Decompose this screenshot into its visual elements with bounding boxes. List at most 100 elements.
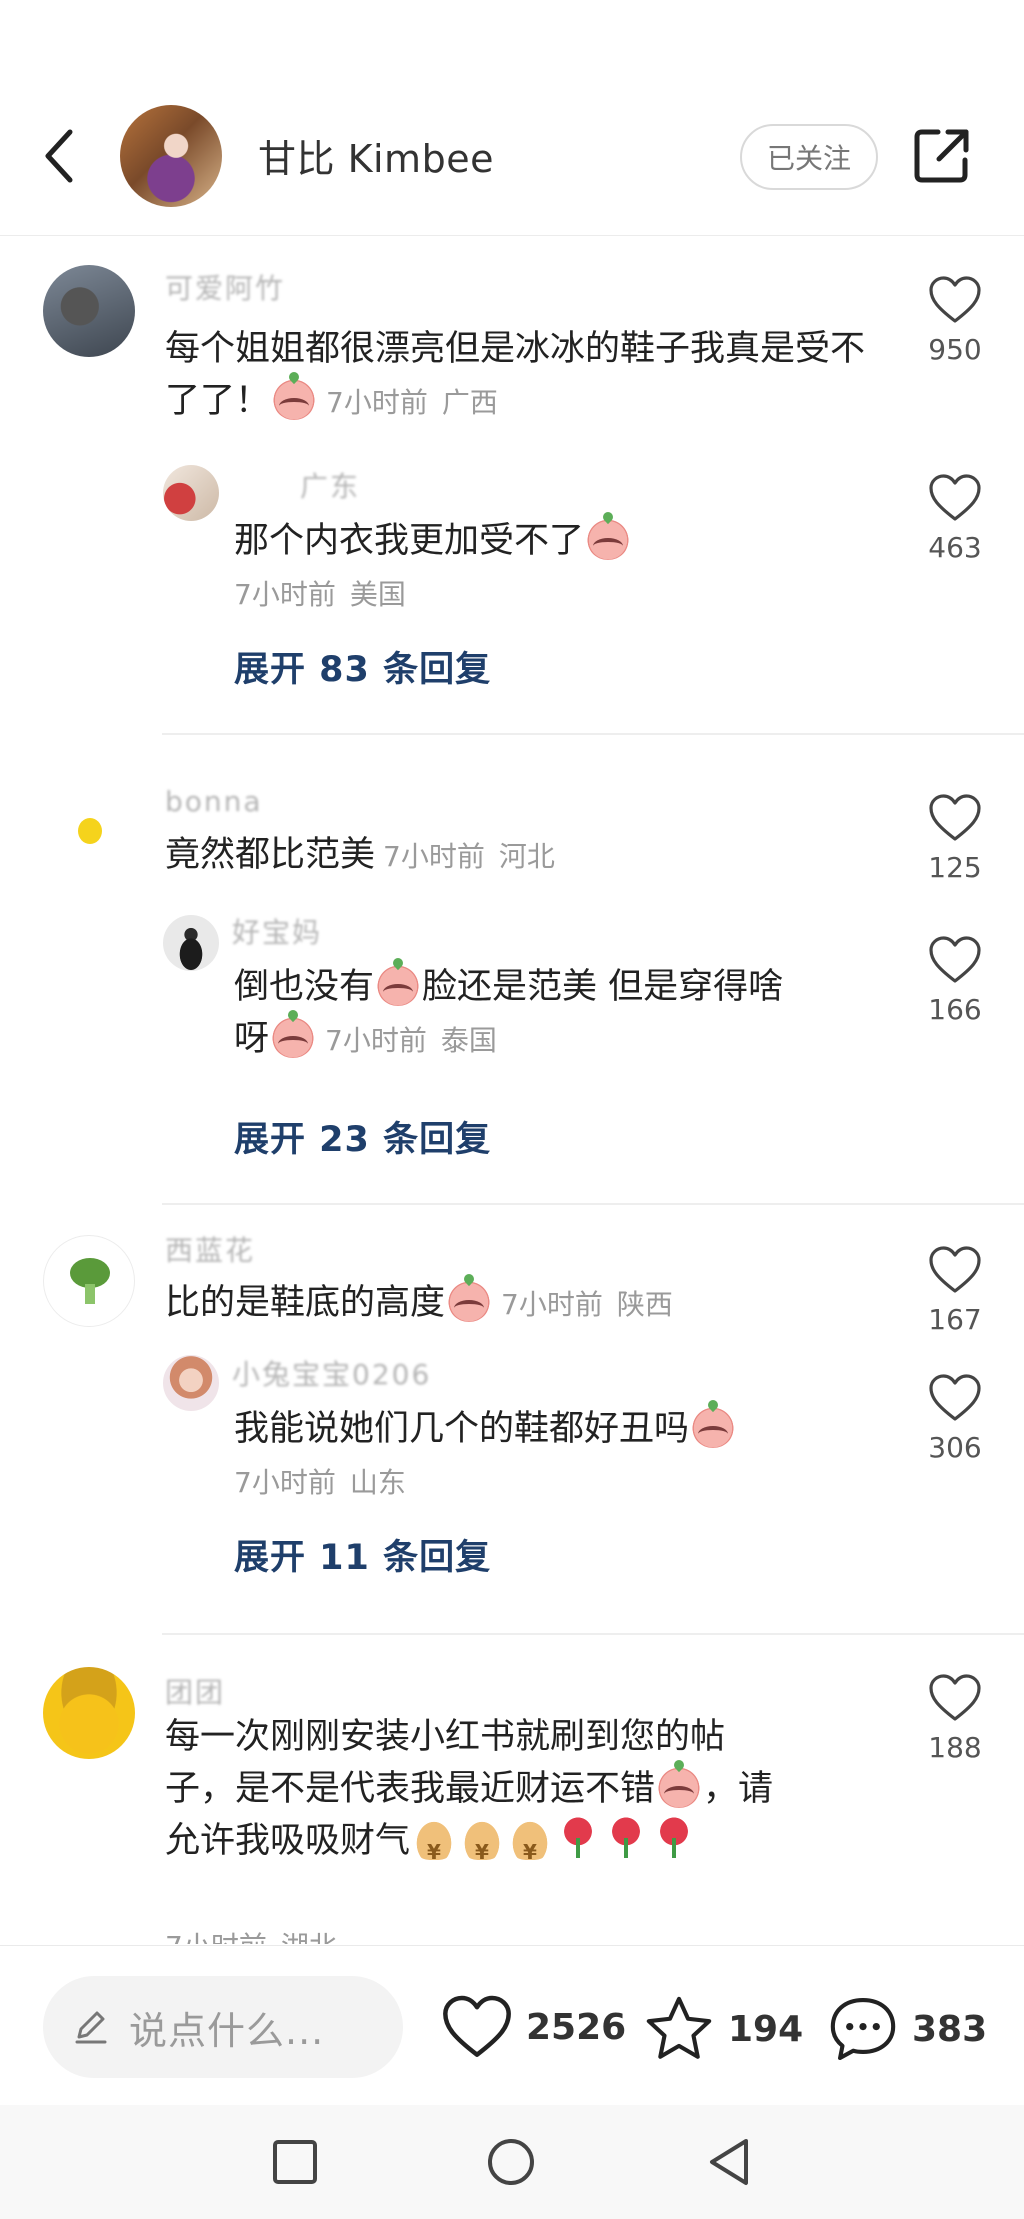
square-icon	[273, 2140, 317, 2184]
comment-like-button[interactable]: 188	[918, 1673, 992, 1764]
like-count: 188	[928, 1731, 982, 1764]
comment-like-button[interactable]: 125	[918, 793, 992, 884]
comment-input-placeholder: 说点什么...	[129, 2008, 325, 2053]
money-bag-emoji-icon	[460, 1816, 505, 1878]
comment-username[interactable]: 团团	[165, 1671, 225, 1711]
reply-time: 7小时前	[234, 578, 336, 611]
divider	[162, 1633, 1024, 1635]
reply-time: 7小时前	[234, 1466, 336, 1499]
home-button[interactable]	[484, 2135, 538, 2189]
comment-text[interactable]: 竟然都比范美 7小时前 河北	[165, 829, 865, 883]
expand-replies-button[interactable]: 展开 83 条回复	[234, 641, 491, 692]
expand-replies-button[interactable]: 展开 23 条回复	[234, 1111, 491, 1162]
reply-text[interactable]: 我能说她们几个的鞋都好丑吗	[234, 1403, 874, 1455]
like-total: 2526	[526, 2006, 627, 2048]
comment-location: 陕西	[616, 1288, 673, 1321]
like-count: 166	[928, 993, 982, 1026]
crying-emoji-icon	[586, 516, 631, 560]
comment-location: 湖北	[281, 1930, 337, 1944]
bottom-bar: 说点什么... 2526 194 383	[0, 1945, 1024, 2105]
heart-icon	[929, 794, 981, 841]
avatar[interactable]	[43, 785, 135, 877]
rose-emoji-icon	[604, 1816, 649, 1860]
reply-text[interactable]: 倒也没有 脸还是范美 但是穿得啥呀 7小时前 泰国	[234, 961, 874, 1067]
system-nav-bar	[0, 2105, 1024, 2219]
comment-time: 7小时前	[326, 386, 428, 419]
reply-username[interactable]: 广东	[300, 465, 360, 505]
comment-total: 383	[912, 2008, 988, 2050]
like-button[interactable]: 2526	[440, 1994, 626, 2060]
like-count: 306	[928, 1431, 982, 1464]
author-avatar[interactable]	[120, 105, 222, 207]
avatar[interactable]	[163, 915, 219, 971]
reply-time: 7小时前	[325, 1024, 427, 1057]
expand-replies-button[interactable]: 展开 11 条回复	[234, 1529, 491, 1580]
author-name[interactable]: 甘比 Kimbee	[258, 128, 494, 183]
comment-text[interactable]: 每一次刚刚安装小红书就刷到您的帖 子，是不是代表我最近财运不错 ，请 允许我吸吸财气	[165, 1711, 885, 1878]
crying-emoji-icon	[657, 1764, 702, 1808]
favorite-button[interactable]: 194	[642, 1994, 803, 2064]
like-count: 125	[928, 851, 982, 884]
triangle-back-icon	[710, 2139, 748, 2185]
favorite-total: 194	[728, 2008, 804, 2050]
reply-location: 泰国	[440, 1024, 497, 1057]
system-back-button[interactable]	[702, 2135, 756, 2189]
reply-text[interactable]: 那个内衣我更加受不了	[234, 515, 874, 567]
rose-emoji-icon	[556, 1816, 601, 1860]
heart-icon	[929, 1674, 981, 1721]
avatar[interactable]	[43, 265, 135, 357]
avatar[interactable]	[43, 1667, 135, 1759]
comment-like-button[interactable]: 167	[918, 1245, 992, 1336]
comment-button[interactable]: 383	[826, 1994, 987, 2064]
comment-username[interactable]: 可爱阿竹	[165, 267, 285, 307]
star-icon	[646, 1996, 712, 2059]
comment-like-button[interactable]: 950	[918, 275, 992, 366]
back-button[interactable]	[36, 120, 82, 192]
comment-time: 7小时前	[383, 840, 485, 873]
avatar[interactable]	[163, 465, 219, 521]
crying-emoji-icon	[447, 1278, 492, 1322]
like-count: 463	[928, 531, 982, 564]
follow-button[interactable]: 已关注	[740, 124, 878, 190]
reply-like-button[interactable]: 166	[918, 935, 992, 1026]
reply-username[interactable]: 小兔宝宝0206	[232, 1353, 431, 1393]
comment-list[interactable]: 可爱阿竹 每个姐姐都很漂亮但是冰冰的鞋子我真是受不了了！ 7小时前 广西 950 广…	[0, 237, 1024, 1944]
like-count: 950	[928, 333, 982, 366]
circle-icon	[488, 2139, 534, 2185]
reply-like-button[interactable]: 306	[918, 1373, 992, 1464]
heart-icon	[929, 474, 981, 521]
comment-username[interactable]: 西蓝花	[165, 1229, 255, 1269]
heart-icon	[929, 936, 981, 983]
chevron-left-icon	[45, 129, 73, 183]
avatar[interactable]	[163, 1355, 219, 1411]
chick-icon	[78, 818, 102, 844]
chat-bubble-icon	[830, 1997, 896, 2061]
share-icon	[914, 129, 969, 183]
avatar[interactable]	[43, 1235, 135, 1327]
comment-location: 河北	[498, 840, 555, 873]
comment-text[interactable]: 比的是鞋底的高度 7小时前 陕西	[165, 1277, 865, 1331]
reply-location: 美国	[349, 578, 406, 611]
divider	[162, 1203, 1024, 1205]
like-count: 167	[928, 1303, 982, 1336]
money-bag-emoji-icon	[412, 1816, 457, 1878]
crying-emoji-icon	[376, 962, 421, 1006]
heart-icon	[929, 1374, 981, 1421]
crying-emoji-icon	[691, 1404, 736, 1448]
reply-username[interactable]: 好宝妈	[232, 911, 322, 951]
comment-text[interactable]: 每个姐姐都很漂亮但是冰冰的鞋子我真是受不了了！ 7小时前 广西	[165, 323, 865, 429]
money-bag-emoji-icon	[508, 1816, 553, 1878]
heart-icon	[929, 1246, 981, 1293]
crying-emoji-icon	[272, 376, 317, 420]
share-button[interactable]	[912, 126, 972, 186]
comment-location: 广西	[441, 386, 498, 419]
pencil-icon	[75, 2011, 107, 2044]
comment-input[interactable]: 说点什么...	[43, 1976, 403, 2078]
heart-icon	[443, 1995, 511, 2057]
comment-time: 7小时前	[165, 1930, 267, 1944]
comment-username[interactable]: bonna	[165, 785, 263, 818]
reply-location: 山东	[349, 1466, 406, 1499]
reply-like-button[interactable]: 463	[918, 473, 992, 564]
recents-button[interactable]	[268, 2135, 322, 2189]
heart-icon	[929, 276, 981, 323]
